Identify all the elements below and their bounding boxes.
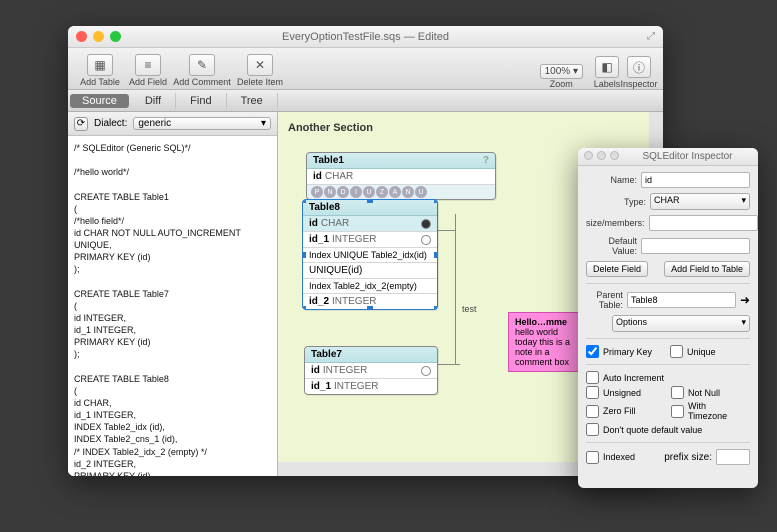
labels-button[interactable]: ◧Labels <box>591 56 623 89</box>
with-timezone-checkbox[interactable]: With Timezone <box>671 401 746 421</box>
unique-checkbox[interactable]: Unique <box>670 345 716 358</box>
primary-key-checkbox[interactable]: Primary Key <box>586 345 652 358</box>
inspector-window: SQLEditor Inspector Name: Type:CHAR▾ siz… <box>578 148 758 488</box>
dialect-select[interactable]: generic ▾ <box>133 117 271 130</box>
field-row[interactable]: UNIQUE(id) <box>303 263 437 279</box>
maximize-icon[interactable] <box>610 151 619 160</box>
not-null-checkbox[interactable]: Not Null <box>671 386 746 399</box>
unsigned-checkbox[interactable]: Unsigned <box>586 386 661 399</box>
size-field[interactable] <box>649 215 758 231</box>
prefix-size-field[interactable] <box>716 449 750 465</box>
source-pane: ⟳ Dialect: generic ▾ /* SQLEditor (Gener… <box>68 112 278 476</box>
entity-header[interactable]: Table1? <box>307 153 495 169</box>
parent-table-field[interactable] <box>627 292 736 308</box>
labels-icon: ◧ <box>595 56 619 78</box>
inspector-titlebar: SQLEditor Inspector <box>578 148 758 166</box>
goto-icon[interactable]: ➜ <box>740 293 750 307</box>
connector <box>438 230 456 231</box>
comment-title: Hello…mme <box>515 317 579 327</box>
inspector-icon: ⓘ <box>627 56 651 78</box>
zoom-control: 100% ▾ Zoom <box>540 64 583 89</box>
field-plus-icon: ≡ <box>135 54 161 76</box>
tab-tree[interactable]: Tree <box>227 93 278 109</box>
delete-item-button[interactable]: ✕Delete Item <box>232 54 288 89</box>
toolbar: ▦Add Table ≡Add Field ✎Add Comment ✕Dele… <box>68 48 663 90</box>
info-icon[interactable]: ? <box>483 155 489 166</box>
pk-icon <box>421 219 431 229</box>
close-icon[interactable] <box>584 151 593 160</box>
zoom-select[interactable]: 100% ▾ <box>540 64 583 79</box>
zero-fill-checkbox[interactable]: Zero Fill <box>586 401 661 421</box>
refresh-icon[interactable]: ⟳ <box>74 117 88 131</box>
default-value-field[interactable] <box>641 238 750 254</box>
field-row[interactable]: id_1 INTEGER <box>305 379 437 394</box>
comment-body: hello world today this is a note in a co… <box>515 327 570 367</box>
section-title: Another Section <box>288 122 653 134</box>
field-row[interactable]: id INTEGER <box>305 363 437 379</box>
field-row[interactable]: Index UNIQUE Table2_idx(id) <box>303 248 437 263</box>
add-field-button[interactable]: ≡Add Field <box>124 54 172 89</box>
tab-diff[interactable]: Diff <box>131 93 176 109</box>
source-toolbar: ⟳ Dialect: generic ▾ <box>68 112 277 136</box>
inspector-button[interactable]: ⓘInspector <box>623 56 655 89</box>
entity-table1[interactable]: Table1? id CHAR PNDIUZANU <box>306 152 496 200</box>
table-plus-icon: ▦ <box>87 54 113 76</box>
add-field-button[interactable]: Add Field to Table <box>664 261 750 277</box>
field-row[interactable]: Index Table2_idx_2(empty) <box>303 279 437 294</box>
tab-find[interactable]: Find <box>176 93 226 109</box>
minimize-icon[interactable] <box>597 151 606 160</box>
traffic-lights <box>584 151 623 163</box>
sql-text[interactable]: /* SQLEditor (Generic SQL)*/ /*hello wor… <box>68 136 277 476</box>
badge-row: PNDIUZANU <box>307 185 495 199</box>
titlebar: EveryOptionTestFile.sqs — Edited ⤢ <box>68 26 663 48</box>
delete-field-button[interactable]: Delete Field <box>586 261 648 277</box>
add-comment-button[interactable]: ✎Add Comment <box>172 54 232 89</box>
name-field[interactable] <box>641 172 750 188</box>
type-select[interactable]: CHAR▾ <box>650 193 750 210</box>
connector-label: test <box>462 304 477 314</box>
comment-box[interactable]: Hello…mme hello world today this is a no… <box>508 312 586 372</box>
pk-icon <box>421 366 431 376</box>
inspector-body: Name: Type:CHAR▾ size/members: Default V… <box>578 166 758 476</box>
entity-table8[interactable]: Table8 id CHAR id_1 INTEGER Index UNIQUE… <box>302 199 438 310</box>
window-title: EveryOptionTestFile.sqs — Edited <box>68 31 663 43</box>
comment-plus-icon: ✎ <box>189 54 215 76</box>
body: ⟳ Dialect: generic ▾ /* SQLEditor (Gener… <box>68 112 663 476</box>
indexed-checkbox[interactable]: Indexed <box>586 451 635 464</box>
view-tabs: Source Diff Find Tree <box>68 90 663 112</box>
auto-increment-checkbox[interactable]: Auto Increment <box>586 371 746 384</box>
field-row[interactable]: id_1 INTEGER <box>303 232 437 248</box>
inspector-title: SQLEditor Inspector <box>623 151 752 162</box>
options-select[interactable]: Options▾ <box>612 315 750 332</box>
connector <box>455 214 456 364</box>
delete-icon: ✕ <box>247 54 273 76</box>
field-row[interactable]: id CHAR <box>303 216 437 232</box>
fk-icon <box>421 235 431 245</box>
entity-header[interactable]: Table7 <box>305 347 437 363</box>
dialect-label: Dialect: <box>94 118 127 129</box>
connector <box>438 364 460 365</box>
tab-source[interactable]: Source <box>70 94 129 108</box>
main-window: EveryOptionTestFile.sqs — Edited ⤢ ▦Add … <box>68 26 663 476</box>
dont-quote-checkbox[interactable]: Don't quote default value <box>586 423 746 436</box>
add-table-button[interactable]: ▦Add Table <box>76 54 124 89</box>
entity-table7[interactable]: Table7 id INTEGER id_1 INTEGER <box>304 346 438 395</box>
